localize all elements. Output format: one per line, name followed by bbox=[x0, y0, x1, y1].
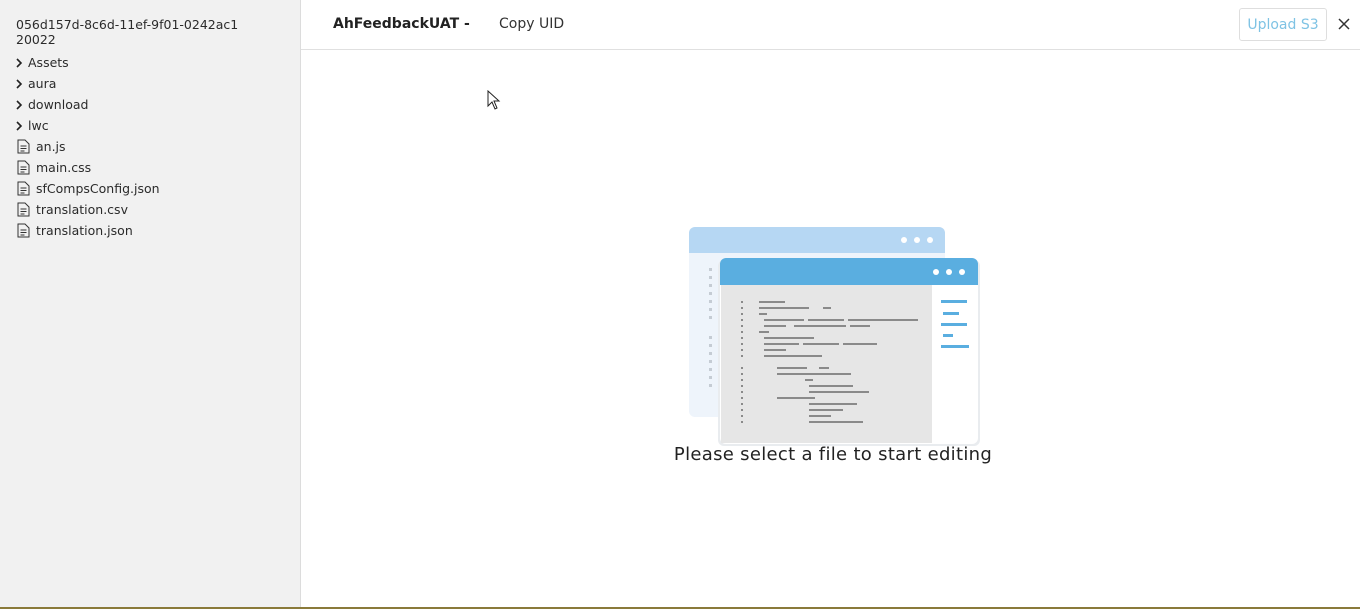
tree-item-label: translation.json bbox=[36, 223, 133, 238]
project-title: AhFeedbackUAT - bbox=[333, 16, 470, 32]
chevron-right-icon[interactable] bbox=[14, 57, 24, 69]
upload-s3-button[interactable]: Upload S3 bbox=[1239, 8, 1327, 41]
mouse-pointer-icon bbox=[487, 90, 501, 110]
file-tree: Assets aura download lwc an.js main.css … bbox=[14, 52, 294, 241]
chevron-right-icon[interactable] bbox=[14, 120, 24, 132]
tree-folder-aura[interactable]: aura bbox=[14, 73, 294, 94]
file-icon bbox=[17, 139, 30, 154]
tree-item-label: Assets bbox=[28, 55, 69, 70]
file-explorer-sidebar: 056d157d-8c6d-11ef-9f01-0242ac120022 Ass… bbox=[0, 0, 301, 607]
tree-item-label: translation.csv bbox=[36, 202, 128, 217]
tree-file-translation-csv[interactable]: translation.csv bbox=[14, 199, 294, 220]
tree-folder-download[interactable]: download bbox=[14, 94, 294, 115]
tree-file-sfcompsconfig-json[interactable]: sfCompsConfig.json bbox=[14, 178, 294, 199]
chevron-right-icon[interactable] bbox=[14, 99, 24, 111]
tree-file-main-css[interactable]: main.css bbox=[14, 157, 294, 178]
tree-file-translation-json[interactable]: translation.json bbox=[14, 220, 294, 241]
close-icon[interactable] bbox=[1338, 18, 1350, 30]
tree-folder-assets[interactable]: Assets bbox=[14, 52, 294, 73]
tree-item-label: an.js bbox=[36, 139, 66, 154]
code-editor-illustration bbox=[689, 227, 980, 446]
root-folder-name: 056d157d-8c6d-11ef-9f01-0242ac120022 bbox=[16, 17, 239, 47]
file-icon bbox=[17, 181, 30, 196]
file-icon bbox=[17, 160, 30, 175]
copy-uid-button[interactable]: Copy UID bbox=[499, 16, 564, 32]
tree-file-an-js[interactable]: an.js bbox=[14, 136, 294, 157]
editor-header: AhFeedbackUAT - Copy UID Upload S3 bbox=[301, 0, 1360, 50]
tree-item-label: aura bbox=[28, 76, 57, 91]
tree-item-label: download bbox=[28, 97, 89, 112]
close-button[interactable] bbox=[1335, 15, 1353, 33]
file-icon bbox=[17, 223, 30, 238]
tree-folder-lwc[interactable]: lwc bbox=[14, 115, 294, 136]
chevron-right-icon[interactable] bbox=[14, 78, 24, 90]
file-icon bbox=[17, 202, 30, 217]
tree-item-label: main.css bbox=[36, 160, 92, 175]
empty-state-message: Please select a file to start editing bbox=[673, 444, 993, 465]
tree-item-label: sfCompsConfig.json bbox=[36, 181, 160, 196]
tree-item-label: lwc bbox=[28, 118, 49, 133]
